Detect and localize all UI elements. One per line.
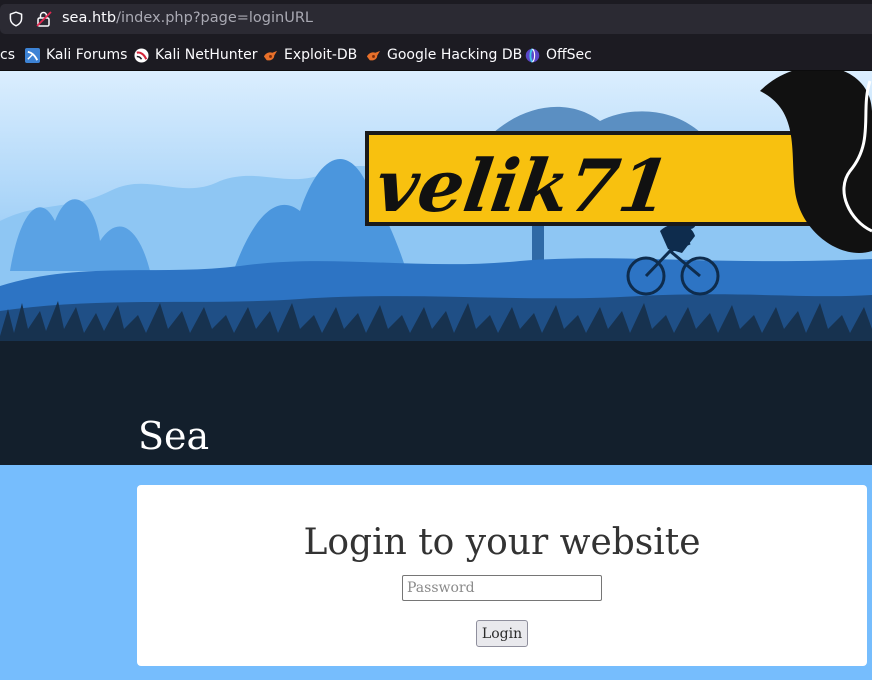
bookmark-label: Kali NetHunter <box>155 47 258 63</box>
url-path: /index.php?page=loginURL <box>116 10 313 26</box>
bookmark-exploit-db[interactable]: Exploit-DB <box>263 46 357 64</box>
kali-nethunter-icon <box>134 47 149 63</box>
google-hacking-db-icon <box>366 50 381 60</box>
login-button[interactable]: Login <box>476 620 528 647</box>
bookmark-google-hacking-db[interactable]: Google Hacking DB <box>366 46 522 64</box>
login-card: Login to your website Login <box>137 485 867 666</box>
url-host: sea.htb <box>62 10 117 26</box>
bookmarks-toolbar: cs Kali Forums Kali NetHunter Exploit-DB… <box>0 38 872 71</box>
bookmark-label: OffSec <box>546 47 592 63</box>
bookmark-label: Google Hacking DB <box>387 47 523 63</box>
header-banner: velik71 Sea <box>0 71 872 465</box>
offsec-icon <box>525 47 540 63</box>
exploit-db-icon <box>263 50 278 60</box>
login-heading: Login to your website <box>303 522 701 563</box>
banner-illustration: velik71 <box>0 71 872 465</box>
bookmark-label: Exploit-DB <box>284 47 358 63</box>
address-bar[interactable]: sea.htb/index.php?page=loginURL <box>0 4 872 34</box>
browser-toolbar: sea.htb/index.php?page=loginURL <box>0 0 872 38</box>
insecure-lock-icon[interactable] <box>35 10 53 28</box>
bookmark-offsec[interactable]: OffSec <box>525 46 592 64</box>
shield-icon[interactable] <box>8 11 24 27</box>
site-title[interactable]: Sea <box>138 414 209 458</box>
password-input[interactable] <box>402 575 602 601</box>
logo-text: velik71 <box>371 144 675 229</box>
bookmark-label: Kali Forums <box>46 47 128 63</box>
kali-forums-icon <box>25 47 40 63</box>
url-text[interactable]: sea.htb/index.php?page=loginURL <box>62 10 313 26</box>
bookmark-kali-nethunter[interactable]: Kali NetHunter <box>134 46 257 64</box>
bookmark-label: cs <box>0 47 15 63</box>
bookmark-partial[interactable]: cs <box>0 46 15 64</box>
bookmark-kali-forums[interactable]: Kali Forums <box>25 46 127 64</box>
